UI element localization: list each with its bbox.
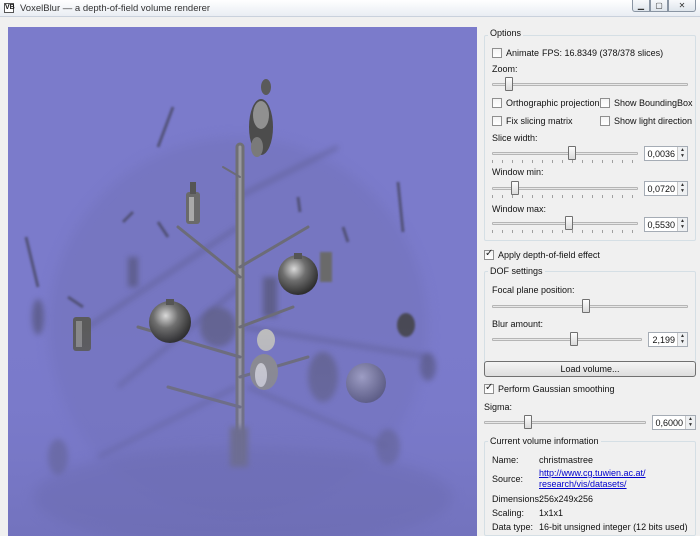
spin-arrows-icon[interactable]: ▲ ▼ [677, 147, 687, 160]
slice-width-slider[interactable] [492, 146, 638, 163]
load-volume-button[interactable]: Load volume... [484, 361, 696, 377]
sigma-value: 0,6000 [655, 418, 683, 428]
source-link-line1[interactable]: http://www.cg.tuwien.ac.at/ [539, 468, 646, 478]
window-min-value: 0,0720 [647, 184, 675, 194]
sigma-slider-thumb[interactable] [524, 415, 532, 429]
scaling-value: 1x1x1 [539, 508, 564, 518]
gaussian-smoothing-checkbox[interactable] [484, 382, 494, 394]
apply-dof-checkbox[interactable] [484, 248, 494, 260]
zoom-label: Zoom: [492, 64, 518, 74]
datatype-value: 16-bit unsigned integer (12 bits used) [539, 522, 688, 532]
volume-info-title: Current volume information [488, 436, 601, 446]
window-min-slider-thumb[interactable] [511, 181, 519, 195]
options-group-title: Options [488, 28, 524, 38]
dimensions-value: 256x249x256 [539, 494, 594, 504]
scaling-label: Scaling: [492, 508, 525, 518]
minimize-button[interactable]: ▁ [632, 0, 650, 12]
maximize-icon: ▢ [655, 1, 663, 10]
fix-slicing-checkbox[interactable] [492, 116, 502, 126]
animate-checkbox[interactable] [492, 48, 502, 58]
sigma-spinbox[interactable]: 0,6000 ▲ ▼ [652, 415, 696, 430]
spin-arrows-icon[interactable]: ▲ ▼ [685, 416, 695, 429]
source-link-line2[interactable]: research/vis/datasets/ [539, 479, 627, 489]
slice-width-value: 0,0036 [647, 149, 675, 159]
dimensions-label: Dimensions: [492, 494, 542, 504]
show-light-label: Show light direction [614, 116, 693, 126]
apply-dof-label: Apply depth-of-field effect [498, 250, 600, 260]
show-bbox-label: Show BoundingBox [614, 98, 693, 108]
window-min-spinbox[interactable]: 0,0720 ▲ ▼ [644, 181, 688, 196]
blur-amount-slider[interactable] [492, 332, 642, 346]
window-max-value: 0,5530 [647, 220, 675, 230]
spin-arrows-icon[interactable]: ▲ ▼ [677, 182, 687, 195]
sigma-label: Sigma: [484, 402, 513, 412]
blur-amount-value: 2,199 [652, 335, 675, 345]
show-bbox-checkbox[interactable] [600, 98, 610, 108]
slice-width-spinbox[interactable]: 0,0036 ▲ ▼ [644, 146, 688, 161]
options-panel: Options Animate FPS: 16.8349 (378/378 sl… [480, 20, 700, 536]
focal-plane-label: Focal plane position: [492, 285, 575, 295]
render-viewport[interactable] [8, 27, 477, 536]
window-max-slider[interactable] [492, 216, 638, 233]
window-max-slider-thumb[interactable] [565, 216, 573, 230]
blur-amount-slider-thumb[interactable] [570, 332, 578, 346]
name-label: Name: [492, 455, 519, 465]
slice-width-slider-thumb[interactable] [568, 146, 576, 160]
fps-readout: FPS: 16.8349 (378/378 slices) [542, 48, 664, 58]
spin-arrows-icon[interactable]: ▲ ▼ [677, 333, 687, 346]
orthographic-checkbox[interactable] [492, 98, 502, 108]
close-icon: ✕ [678, 1, 686, 10]
blur-amount-spinbox[interactable]: 2,199 ▲ ▼ [648, 332, 688, 347]
datatype-label: Data type: [492, 522, 534, 532]
app-icon: VB [4, 3, 15, 13]
window-max-spinbox[interactable]: 0,5530 ▲ ▼ [644, 217, 688, 232]
slice-width-label: Slice width: [492, 133, 538, 143]
zoom-slider-thumb[interactable] [505, 77, 513, 91]
show-light-checkbox[interactable] [600, 116, 610, 126]
volume-render-image [8, 27, 477, 536]
zoom-slider[interactable] [492, 77, 688, 91]
close-button[interactable]: ✕ [668, 0, 696, 12]
animate-label: Animate [506, 48, 540, 58]
window-min-label: Window min: [492, 167, 544, 177]
maximize-button[interactable]: ▢ [650, 0, 668, 12]
window-title: VoxelBlur — a depth-of-field volume rend… [20, 3, 211, 14]
orthographic-label: Orthographic projection [506, 98, 600, 108]
gaussian-smoothing-label: Perform Gaussian smoothing [498, 384, 615, 394]
focal-plane-slider[interactable] [492, 299, 688, 313]
fix-slicing-label: Fix slicing matrix [506, 116, 573, 126]
window-min-slider[interactable] [492, 181, 638, 198]
dof-settings-title: DOF settings [488, 266, 545, 276]
sigma-slider[interactable] [484, 415, 646, 429]
name-value: christmastree [539, 455, 594, 465]
minimize-icon: ▁ [637, 1, 645, 10]
source-label: Source: [492, 474, 524, 484]
title-bar: VB VoxelBlur — a depth-of-field volume r… [0, 0, 700, 17]
window-max-label: Window max: [492, 204, 547, 214]
spin-arrows-icon[interactable]: ▲ ▼ [677, 218, 687, 231]
blur-amount-label: Blur amount: [492, 319, 544, 329]
focal-plane-slider-thumb[interactable] [582, 299, 590, 313]
